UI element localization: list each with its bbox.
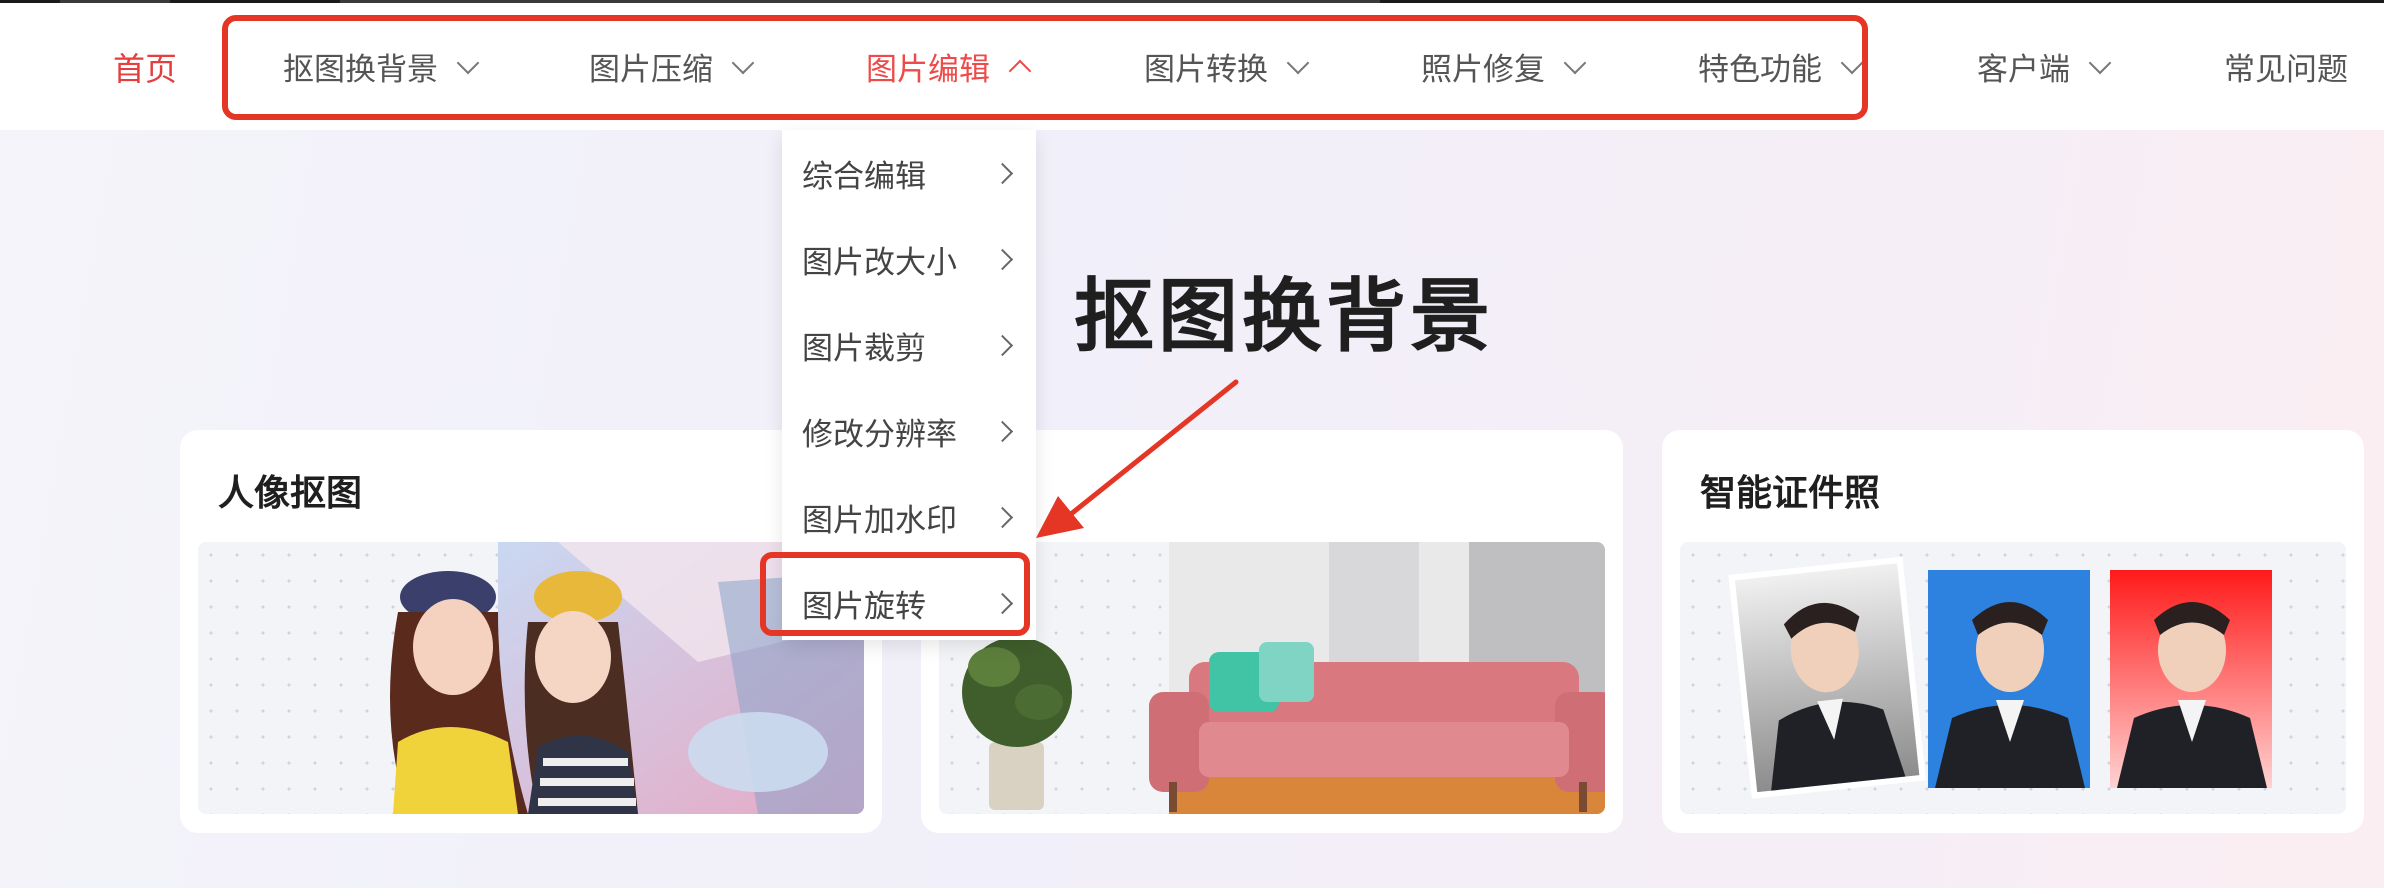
nav-item-image-convert[interactable]: 图片转换	[1144, 3, 1310, 130]
dropdown-item-label: 综合编辑	[802, 158, 926, 195]
chevron-right-icon	[991, 162, 1014, 184]
nav-item-label: 特色功能	[1698, 52, 1822, 88]
image-edit-dropdown: 综合编辑 图片改大小 图片裁剪 修改分辨率 图片加水印 图片旋转	[782, 130, 1036, 640]
nav-home[interactable]: 首页	[113, 3, 177, 130]
card-image-id-photo	[1680, 542, 2346, 814]
chevron-right-icon	[991, 420, 1014, 442]
card-image-portrait	[198, 542, 864, 814]
nav-item-label: 抠图换背景	[283, 52, 438, 88]
nav-item-faq[interactable]: 常见问题	[2224, 3, 2348, 130]
card-title: 人像抠图	[218, 473, 363, 514]
dropdown-item-resize[interactable]: 图片改大小	[782, 216, 1036, 302]
nav-item-image-compress[interactable]: 图片压缩	[589, 3, 755, 130]
nav-home-label: 首页	[113, 49, 178, 88]
nav-item-image-edit[interactable]: 图片编辑	[866, 3, 1032, 130]
dropdown-item-label: 图片裁剪	[802, 330, 926, 367]
top-navigation: 首页 抠图换背景 图片压缩 图片编辑 图片转换 照片修复 特色功能 客户端 常见…	[0, 3, 2384, 130]
chevron-up-icon	[1008, 59, 1032, 82]
dropdown-item-resolution[interactable]: 修改分辨率	[782, 388, 1036, 474]
nav-item-label: 客户端	[1977, 52, 2070, 88]
sofa-illustration	[962, 542, 1605, 814]
nav-item-label: 图片转换	[1144, 52, 1268, 88]
chevron-down-icon	[1563, 51, 1587, 74]
nav-item-photo-restore[interactable]: 照片修复	[1421, 3, 1587, 130]
chevron-down-icon	[1286, 51, 1310, 74]
card-image-object	[939, 542, 1605, 814]
card-title: 智能证件照	[1700, 473, 1881, 514]
chevron-down-icon	[2088, 51, 2112, 74]
chevron-right-icon	[991, 334, 1014, 356]
chevron-down-icon	[456, 51, 480, 74]
nav-item-client[interactable]: 客户端	[1977, 3, 2112, 130]
page-heading: 抠图换背景	[1074, 270, 1494, 363]
dropdown-item-rotate[interactable]: 图片旋转	[782, 560, 1036, 646]
id-photo-illustration	[1728, 556, 2272, 799]
chevron-right-icon	[991, 506, 1014, 528]
dropdown-item-label: 修改分辨率	[802, 416, 957, 453]
dropdown-item-general-edit[interactable]: 综合编辑	[782, 130, 1036, 216]
portrait-illustration	[390, 542, 864, 814]
dropdown-item-watermark[interactable]: 图片加水印	[782, 474, 1036, 560]
nav-item-cutout-background[interactable]: 抠图换背景	[283, 3, 480, 130]
chevron-right-icon	[991, 592, 1014, 614]
chevron-down-icon	[1840, 51, 1864, 74]
nav-item-label: 照片修复	[1421, 52, 1545, 88]
dropdown-item-crop[interactable]: 图片裁剪	[782, 302, 1036, 388]
nav-item-label: 图片压缩	[589, 52, 713, 88]
dropdown-item-label: 图片旋转	[802, 588, 926, 625]
dropdown-item-label: 图片改大小	[802, 244, 957, 281]
nav-item-label: 图片编辑	[866, 52, 990, 88]
nav-item-special-features[interactable]: 特色功能	[1698, 3, 1864, 130]
chevron-down-icon	[731, 51, 755, 74]
dropdown-item-label: 图片加水印	[802, 502, 957, 539]
nav-item-label: 常见问题	[2224, 52, 2348, 88]
card-id-photo[interactable]: 智能证件照	[1662, 430, 2364, 833]
chevron-right-icon	[991, 248, 1014, 270]
card-portrait-cutout[interactable]: 人像抠图	[180, 430, 882, 833]
